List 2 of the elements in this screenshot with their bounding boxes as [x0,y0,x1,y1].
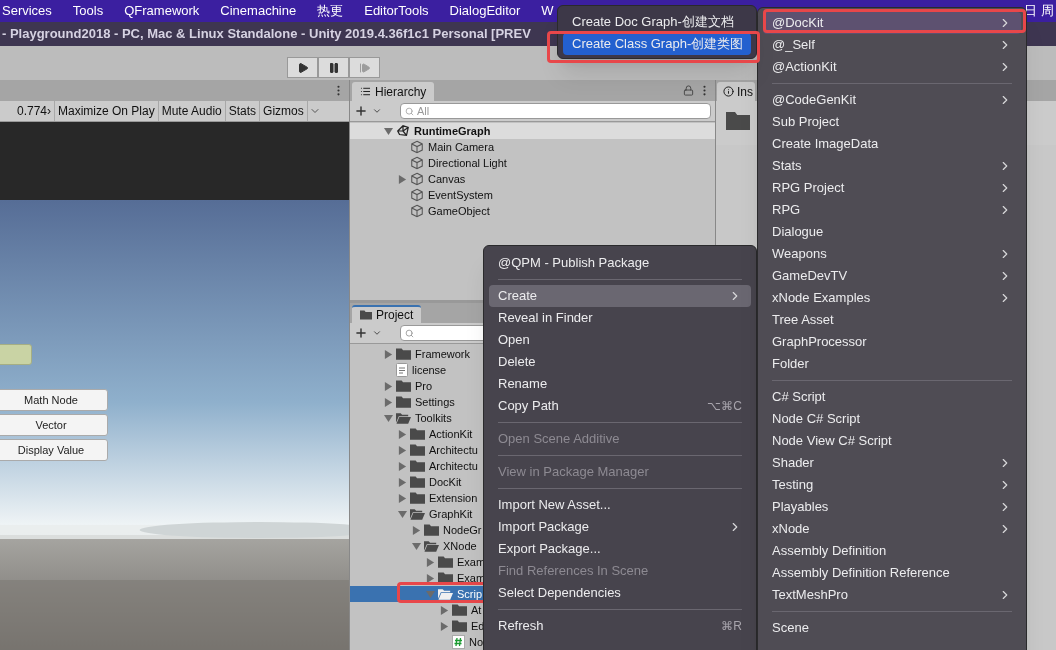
shortcut-label: ⌘R [721,618,742,635]
shortcut-label: ⌥⌘C [707,398,742,415]
